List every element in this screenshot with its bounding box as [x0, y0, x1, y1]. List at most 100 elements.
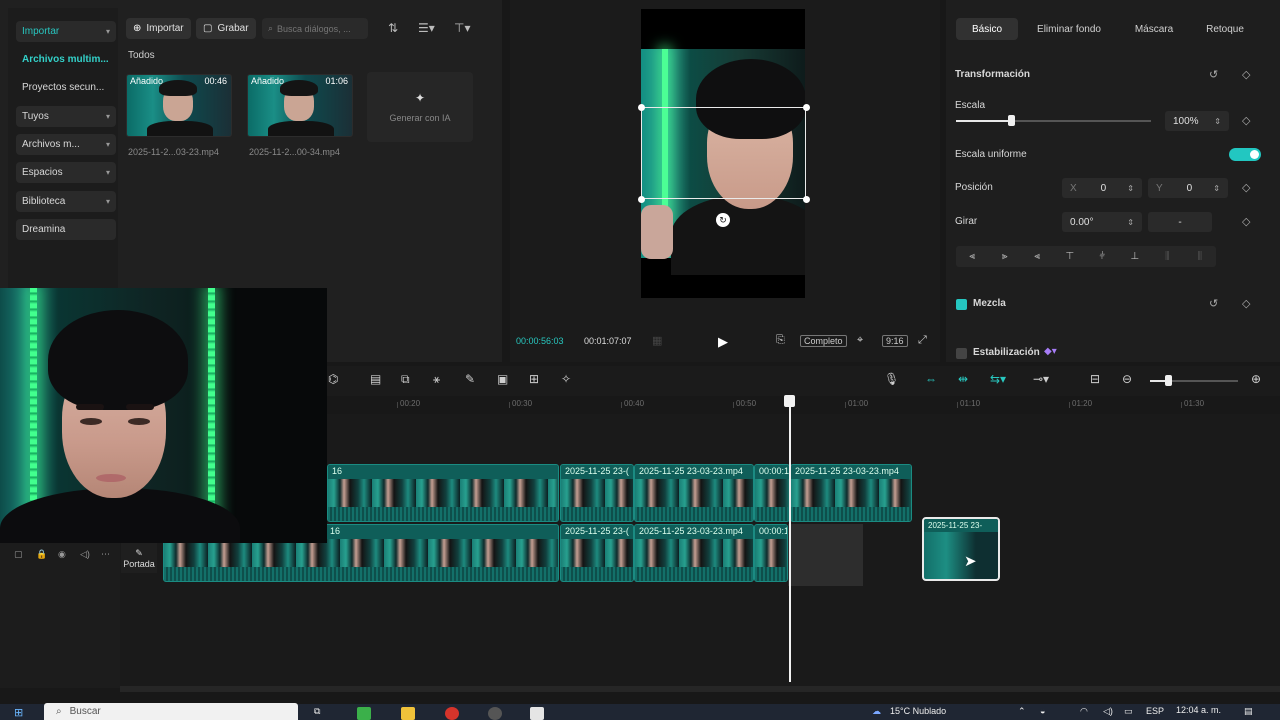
zoom-out-icon[interactable]: ⊖: [1122, 372, 1132, 386]
align-left-icon[interactable]: ⫷: [956, 246, 989, 267]
tab-basic[interactable]: Básico: [956, 18, 1018, 40]
transform-selection-box[interactable]: [641, 107, 806, 199]
view-list-icon[interactable]: ☰▾: [418, 21, 435, 35]
timeline-clip[interactable]: 2025-11-25 23-(: [560, 524, 634, 582]
track-mute-icon[interactable]: 🔒: [36, 549, 47, 560]
distribute-v-icon[interactable]: ⫼: [1184, 246, 1217, 267]
app-icon-gray[interactable]: [488, 707, 502, 720]
playhead[interactable]: [789, 398, 791, 682]
generate-ai-button[interactable]: ✦ Generar con IA: [367, 72, 473, 142]
zoom-slider-knob[interactable]: [1165, 375, 1172, 386]
align-top-icon[interactable]: ⊤: [1054, 246, 1087, 267]
distribute-h-icon[interactable]: ⫼: [1151, 246, 1184, 267]
task-view-icon[interactable]: ⧉: [314, 706, 320, 717]
search-input[interactable]: [277, 23, 362, 34]
media-thumbnail[interactable]: Añadido 00:46: [126, 74, 232, 137]
rotate-handle-icon[interactable]: ↻: [716, 213, 730, 227]
export-frame-icon[interactable]: ⊞: [529, 372, 539, 386]
linkage-icon[interactable]: ⇆▾: [990, 372, 1006, 386]
blend-checkbox[interactable]: [956, 299, 967, 310]
stabilize-section[interactable]: Estabilización: [973, 347, 1040, 358]
volume-icon[interactable]: ◁): [1103, 706, 1113, 717]
smart-icon[interactable]: ✧: [561, 372, 571, 386]
keyframe-icon[interactable]: ◇: [1242, 215, 1250, 228]
reset-icon[interactable]: ↺: [1209, 68, 1218, 81]
clock[interactable]: 12:04 a. m.: [1176, 705, 1221, 715]
crop-icon[interactable]: ⎘: [776, 334, 785, 347]
resize-handle[interactable]: [638, 104, 645, 111]
microphone-icon[interactable]: 🎙: [884, 372, 899, 386]
app-icon-green[interactable]: [357, 707, 371, 720]
position-x-field[interactable]: X 0 ⇕: [1062, 178, 1142, 198]
more-icon[interactable]: ⋯: [101, 549, 110, 560]
timeline-clip[interactable]: 16: [327, 464, 559, 522]
align-center-h-icon[interactable]: ⫸: [989, 246, 1022, 267]
caption-icon[interactable]: ▤: [370, 372, 381, 386]
wifi-icon[interactable]: ◠: [1080, 706, 1088, 717]
rotate-field[interactable]: 0.00° ⇕: [1062, 212, 1142, 232]
resize-handle[interactable]: [803, 104, 810, 111]
sidebar-item-import[interactable]: Importar ▾: [16, 21, 116, 42]
rotate-flip-button[interactable]: -: [1148, 212, 1212, 232]
stabilize-checkbox[interactable]: [956, 348, 967, 359]
ratio-dropdown[interactable]: 9:16: [882, 335, 908, 347]
transform-section[interactable]: Transformación: [955, 69, 1030, 80]
crop-icon[interactable]: ▣: [497, 372, 508, 386]
keyframe-icon[interactable]: ◇: [1242, 297, 1250, 310]
stepper-icon[interactable]: ⇕: [1213, 184, 1220, 193]
timeline-clip[interactable]: 2025-11-25 23-03-23.mp4: [790, 464, 912, 522]
keyframe-icon[interactable]: ◇: [1242, 114, 1250, 127]
play-icon[interactable]: ▶: [718, 334, 728, 350]
track-lock-icon[interactable]: ▢: [14, 549, 23, 560]
position-y-field[interactable]: Y 0 ⇕: [1148, 178, 1228, 198]
timeline-grid-icon[interactable]: ▦: [652, 334, 662, 347]
tab-retouch[interactable]: Retoque: [1196, 18, 1254, 40]
cover-button[interactable]: ✎ Portada: [121, 543, 157, 573]
eye-icon[interactable]: ◉: [58, 549, 66, 560]
sidebar-item-media-files[interactable]: Archivos multim...: [16, 49, 116, 70]
timeline-clip[interactable]: 2025-11-25 23-03-23.mp4: [634, 524, 754, 582]
fit-dropdown[interactable]: Completo: [800, 335, 847, 347]
sidebar-item-archives[interactable]: Archivos m... ▾: [16, 134, 116, 155]
align-bottom-icon[interactable]: ⊥: [1119, 246, 1152, 267]
screenshot-icon[interactable]: ⌖: [857, 334, 863, 347]
keyframe-icon[interactable]: ◇: [1242, 68, 1250, 81]
timeline-clip[interactable]: 2025-11-25 23-03-23.mp4: [634, 464, 754, 522]
windows-start-icon[interactable]: ⊞: [14, 706, 23, 719]
ai-tool-icon[interactable]: ⌬: [328, 372, 338, 386]
stepper-icon[interactable]: ⇕: [1127, 184, 1134, 193]
record-button[interactable]: ▢ Grabar: [196, 18, 256, 39]
sidebar-item-library[interactable]: Biblioteca ▾: [16, 191, 116, 212]
main-track-magnet-icon[interactable]: ⇔: [925, 372, 937, 386]
sidebar-item-secondary-projects[interactable]: Proyectos secun...: [16, 77, 116, 98]
auto-snap-icon[interactable]: ⇹: [958, 372, 968, 386]
sidebar-item-dreamina[interactable]: Dreamina: [16, 219, 116, 240]
stepper-icon[interactable]: ⇕: [1127, 218, 1134, 227]
taskbar-search[interactable]: ⌕ Buscar: [44, 703, 298, 720]
media-search[interactable]: ⌕: [262, 18, 368, 39]
uniform-scale-toggle[interactable]: [1229, 148, 1261, 161]
notifications-icon[interactable]: ▤: [1244, 706, 1253, 717]
fullscreen-icon[interactable]: ⤢: [918, 334, 927, 347]
filter-icon[interactable]: ⊤▾: [454, 21, 470, 35]
media-thumbnail[interactable]: Añadido 01:06: [247, 74, 353, 137]
caption-track-icon[interactable]: ⊟: [1090, 372, 1100, 386]
resize-handle[interactable]: [803, 196, 810, 203]
sidebar-item-spaces[interactable]: Espacios ▾: [16, 162, 116, 183]
sidebar-item-yours[interactable]: Tuyos ▾: [16, 106, 116, 127]
file-explorer-icon[interactable]: [401, 707, 415, 720]
speaker-icon[interactable]: ◁): [80, 549, 90, 560]
battery-icon[interactable]: ▭: [1124, 706, 1133, 717]
language-indicator[interactable]: ESP: [1146, 706, 1164, 716]
playhead-handle[interactable]: [784, 395, 795, 407]
track-gap[interactable]: [788, 524, 863, 586]
stepper-icon[interactable]: ⇕: [1214, 117, 1221, 126]
scale-slider-knob[interactable]: [1007, 115, 1015, 126]
keyframe-icon[interactable]: ◇: [1242, 181, 1250, 194]
tray-overflow-icon[interactable]: ⌃: [1018, 706, 1026, 717]
reset-icon[interactable]: ↺: [1209, 297, 1218, 310]
scale-value-field[interactable]: 100% ⇕: [1165, 111, 1229, 131]
cutout-icon[interactable]: ⚹: [433, 372, 440, 387]
network-icon[interactable]: ◒: [1040, 706, 1045, 716]
import-button[interactable]: ⊕ Importar: [126, 18, 191, 39]
